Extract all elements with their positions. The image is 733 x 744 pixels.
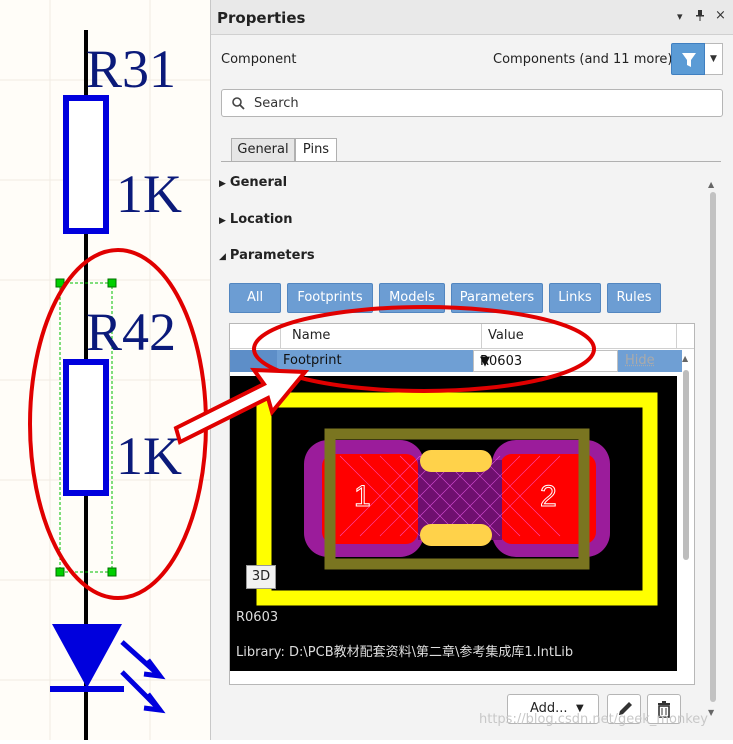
value-r31[interactable]: 1K (116, 164, 182, 224)
filter-footprints-button[interactable]: Footprints (287, 283, 373, 313)
row-selector[interactable] (230, 350, 277, 372)
filter-button[interactable] (671, 43, 705, 75)
pin-icon[interactable] (696, 10, 704, 24)
filter-links-button[interactable]: Links (549, 283, 601, 313)
pad-label-1: 1 (354, 480, 371, 513)
component-scope: Components (and 11 more) (493, 52, 672, 67)
parameters-grid: Name Value Footprint R0603 ▼ Hide 1 2 3D… (229, 323, 695, 685)
resistor-r31-body[interactable] (66, 98, 106, 231)
scrollbar-thumb[interactable] (710, 192, 716, 702)
close-icon[interactable]: × (715, 8, 726, 23)
schematic-canvas[interactable]: R31 1K R42 1K (0, 0, 210, 740)
view-3d-button[interactable]: 3D (246, 565, 276, 589)
table-row[interactable]: Footprint R0603 ▼ Hide (230, 350, 682, 372)
value-r42[interactable]: 1K (116, 426, 182, 486)
designator-r31[interactable]: R31 (86, 39, 176, 99)
panel-title: Properties (217, 9, 305, 27)
search-placeholder: Search (254, 96, 299, 111)
footprint-select[interactable]: R0603 ▼ (473, 350, 618, 372)
chevron-right-icon: ▶ (219, 179, 226, 189)
scroll-down-icon[interactable]: ▼ (708, 708, 714, 717)
section-location[interactable]: ▶ Location (219, 212, 292, 227)
designator-r42[interactable]: R42 (86, 302, 176, 362)
filter-dropdown[interactable]: ▼ (705, 43, 723, 75)
chevron-down-icon[interactable]: ▾ (677, 10, 683, 23)
led-symbol[interactable] (50, 624, 160, 710)
chevron-down-icon[interactable]: ▼ (480, 354, 490, 369)
grid-scrollbar[interactable]: ▲ (681, 350, 691, 670)
filter-icon (672, 44, 706, 76)
tab-general[interactable]: General (231, 138, 295, 162)
selection-handle[interactable] (56, 279, 64, 287)
scroll-up-icon[interactable]: ▲ (708, 180, 714, 189)
selection-handle[interactable] (108, 279, 116, 287)
hide-toggle[interactable]: Hide (625, 353, 655, 368)
section-general[interactable]: ▶ General (219, 175, 287, 190)
divider (221, 161, 721, 162)
silk-mark-top (420, 450, 492, 472)
grid-header: Name Value (230, 324, 694, 349)
column-header-value[interactable]: Value (488, 328, 524, 343)
scrollbar-thumb[interactable] (683, 370, 689, 560)
component-label: Component (221, 52, 296, 67)
scroll-up-icon[interactable]: ▲ (682, 354, 688, 363)
library-path: Library: D:\PCB教材配套资料\第二章\参考集成库1.IntLib (236, 641, 573, 660)
column-header-name[interactable]: Name (292, 328, 330, 343)
filter-all-button[interactable]: All (229, 283, 281, 313)
filter-rules-button[interactable]: Rules (607, 283, 661, 313)
search-input[interactable]: Search (221, 89, 723, 117)
section-label: General (230, 175, 287, 190)
selection-handle[interactable] (56, 568, 64, 576)
chevron-down-icon: ▼ (710, 54, 717, 64)
section-label: Parameters (230, 248, 315, 263)
chevron-down-icon: ◢ (219, 252, 226, 262)
panel-scrollbar[interactable]: ▲ ▼ (708, 180, 718, 720)
footprint-preview[interactable]: 1 2 3D R0603 Library: D:\PCB教材配套资料\第二章\参… (230, 376, 677, 671)
selection-handle[interactable] (108, 568, 116, 576)
row-name: Footprint (283, 353, 342, 368)
section-label: Location (230, 212, 293, 227)
filter-parameters-button[interactable]: Parameters (451, 283, 543, 313)
search-icon (232, 97, 245, 110)
resistor-r42-body[interactable] (66, 362, 106, 493)
section-parameters[interactable]: ◢ Parameters (219, 248, 315, 263)
panel-titlebar[interactable]: Properties ▾ × (211, 0, 733, 35)
watermark: https://blog.csdn.net/geek_monkey (479, 712, 708, 727)
properties-panel: Properties ▾ × Component Components (and… (210, 0, 733, 740)
pad-label-2: 2 (540, 480, 557, 513)
footprint-name: R0603 (236, 610, 278, 625)
filter-models-button[interactable]: Models (379, 283, 445, 313)
tab-pins[interactable]: Pins (295, 138, 337, 162)
chevron-right-icon: ▶ (219, 216, 226, 226)
silk-mark-bottom (420, 524, 492, 546)
